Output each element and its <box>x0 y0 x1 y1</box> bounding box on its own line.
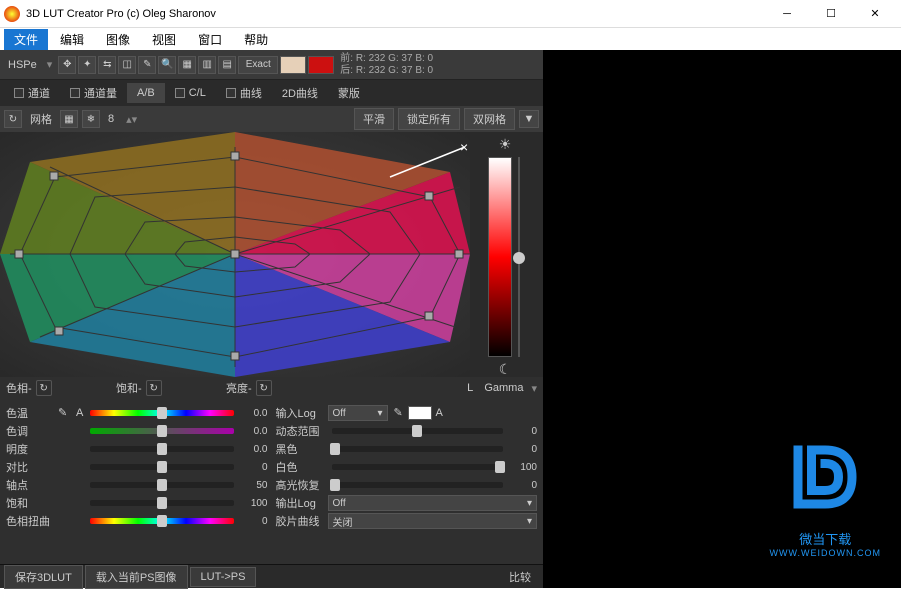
exact-button[interactable]: Exact <box>238 56 278 74</box>
auto-button[interactable]: A <box>432 407 447 419</box>
output-log-dropdown[interactable]: Off▾ <box>328 495 538 511</box>
tab-channel[interactable]: 通道 <box>4 81 60 105</box>
slider-highlight[interactable] <box>332 482 504 488</box>
tool-icon[interactable]: ▥ <box>198 56 216 74</box>
reset-sat-icon[interactable]: ↻ <box>146 380 162 396</box>
menu-window[interactable]: 窗口 <box>188 29 232 50</box>
color-swatch-1[interactable] <box>280 56 306 74</box>
input-log-dropdown[interactable]: Off▾ <box>328 405 388 421</box>
slider-dynrange[interactable] <box>332 428 504 434</box>
menu-help[interactable]: 帮助 <box>234 29 278 50</box>
rgb-before: 前: R: 232 G: 37 B: 0 <box>340 53 433 65</box>
grid-icon[interactable]: ▦ <box>60 110 78 128</box>
tab-ab[interactable]: A/B <box>127 83 165 103</box>
lock-all-button[interactable]: 锁定所有 <box>398 108 460 130</box>
rgb-after: 后: R: 232 G: 37 B: 0 <box>340 65 433 77</box>
tab-curves[interactable]: 曲线 <box>216 81 272 105</box>
watermark: 微当下载 WWW.WEIDOWN.COM <box>770 432 881 558</box>
brightness-icon[interactable]: ☀ <box>499 136 512 153</box>
maximize-button[interactable]: ☐ <box>809 0 853 28</box>
params-right: 输入Log Off▾ ✎ A 动态范围 0 黑色 0 <box>276 405 538 558</box>
eyedropper-icon[interactable]: ✎ <box>394 406 408 420</box>
grid-value[interactable]: 8 <box>104 113 118 125</box>
tab-cl[interactable]: C/L <box>165 83 216 103</box>
lut-to-ps-button[interactable]: LUT->PS <box>190 567 257 587</box>
save-3dlut-button[interactable]: 保存3DLUT <box>4 565 83 589</box>
reload-icon[interactable]: ↻ <box>4 110 22 128</box>
slider-brightness[interactable] <box>90 446 234 452</box>
slider-contrast[interactable] <box>90 464 234 470</box>
tab-channel-amt[interactable]: 通道量 <box>60 81 127 105</box>
preview-area: 微当下载 WWW.WEIDOWN.COM <box>543 50 901 588</box>
film-curve-dropdown[interactable]: 关闭▾ <box>328 513 538 529</box>
zoom-icon[interactable]: 🔍 <box>158 56 176 74</box>
dual-grid-button[interactable]: 双网格 <box>464 108 515 130</box>
slider-black[interactable] <box>332 446 504 452</box>
grid-toolbar: ↻ 网格 ▦ ❄ 8 ▴▾ 平滑 锁定所有 双网格 ▼ <box>0 106 543 132</box>
color-gradient[interactable] <box>488 157 512 357</box>
slider-temp[interactable] <box>90 410 234 416</box>
tool-icon[interactable]: ⇆ <box>98 56 116 74</box>
tool-icon[interactable]: ✦ <box>78 56 96 74</box>
tab-2d-curves[interactable]: 2D曲线 <box>272 81 328 105</box>
app-icon <box>4 6 20 22</box>
toolbar-top: HSPe ▾ ✥ ✦ ⇆ ◫ ✎ 🔍 ▦ ▥ ▤ Exact 前: R: 232… <box>0 50 543 80</box>
slider-white[interactable] <box>332 464 504 470</box>
close-button[interactable]: ✕ <box>853 0 897 28</box>
params-left: 色温 ✎ A 0.0 色调 0.0 明度 0.0 对比 <box>6 405 268 558</box>
color-grid[interactable]: × <box>0 132 470 377</box>
white-swatch[interactable] <box>408 406 432 420</box>
menubar: 文件 编辑 图像 视图 窗口 帮助 <box>0 28 901 50</box>
snow-icon[interactable]: ❄ <box>82 110 100 128</box>
menu-image[interactable]: 图像 <box>96 29 140 50</box>
move-icon[interactable]: ✥ <box>58 56 76 74</box>
net-label: 网格 <box>26 111 56 127</box>
menu-file[interactable]: 文件 <box>4 29 48 50</box>
slider-saturation[interactable] <box>90 500 234 506</box>
menu-view[interactable]: 视图 <box>142 29 186 50</box>
slider-pivot[interactable] <box>90 482 234 488</box>
dropdown-icon[interactable]: ▼ <box>519 110 539 128</box>
window-title: 3D LUT Creator Pro (c) Oleg Sharonov <box>26 8 765 20</box>
slider-hue-twist[interactable] <box>90 518 234 524</box>
mode-label[interactable]: HSPe <box>4 59 41 71</box>
marquee-icon[interactable]: ◫ <box>118 56 136 74</box>
eyedropper-icon[interactable]: ✎ <box>138 56 156 74</box>
tool-icon[interactable]: ▦ <box>178 56 196 74</box>
svg-text:×: × <box>460 139 468 155</box>
moon-icon[interactable]: ☾ <box>499 361 512 378</box>
axis-labels: 色相-↻ 饱和-↻ 亮度-↻ L Gamma▾ <box>0 377 543 399</box>
eyedropper-icon[interactable]: ✎ <box>58 406 72 420</box>
reset-lum-icon[interactable]: ↻ <box>256 380 272 396</box>
minimize-button[interactable]: ─ <box>765 0 809 28</box>
tool-icon[interactable]: ▤ <box>218 56 236 74</box>
compare-label[interactable]: 比较 <box>501 569 539 585</box>
load-ps-button[interactable]: 载入当前PS图像 <box>85 565 188 589</box>
slider-tint[interactable] <box>90 428 234 434</box>
color-swatch-2[interactable] <box>308 56 334 74</box>
menu-edit[interactable]: 编辑 <box>50 29 94 50</box>
tab-mask[interactable]: 蒙版 <box>328 81 370 105</box>
vslider-thumb[interactable] <box>513 252 525 264</box>
reset-hue-icon[interactable]: ↻ <box>36 380 52 396</box>
smooth-button[interactable]: 平滑 <box>354 108 394 130</box>
tabs-row: 通道 通道量 A/B C/L 曲线 2D曲线 蒙版 <box>0 80 543 106</box>
bottom-bar: 保存3DLUT 载入当前PS图像 LUT->PS 比较 <box>0 564 543 588</box>
